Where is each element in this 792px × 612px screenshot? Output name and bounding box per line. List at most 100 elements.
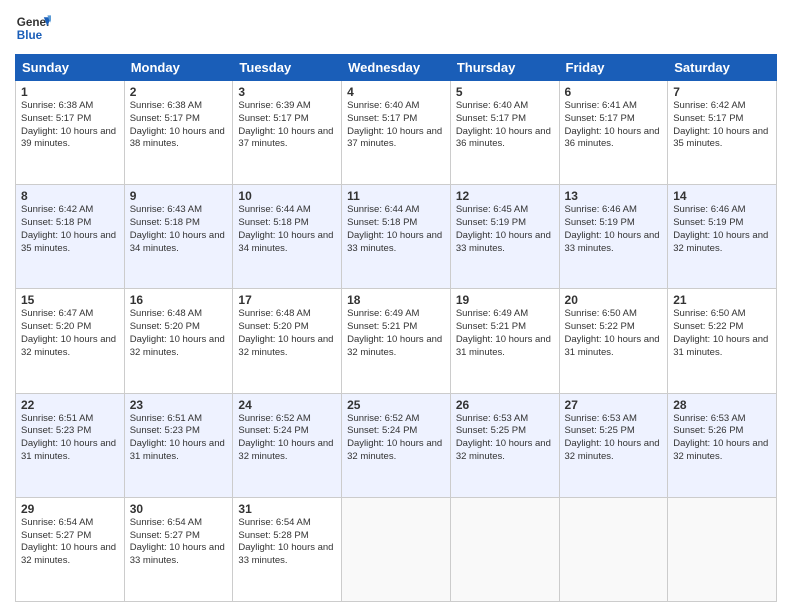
col-header-wednesday: Wednesday	[342, 55, 451, 81]
day-number: 27	[565, 398, 663, 412]
day-info: Sunrise: 6:43 AMSunset: 5:18 PMDaylight:…	[130, 204, 225, 253]
day-info: Sunrise: 6:52 AMSunset: 5:24 PMDaylight:…	[238, 413, 333, 462]
day-number: 14	[673, 189, 771, 203]
calendar-day-24: 24 Sunrise: 6:52 AMSunset: 5:24 PMDaylig…	[233, 393, 342, 497]
day-number: 23	[130, 398, 228, 412]
calendar-day-2: 2 Sunrise: 6:38 AMSunset: 5:17 PMDayligh…	[124, 81, 233, 185]
calendar-day-16: 16 Sunrise: 6:48 AMSunset: 5:20 PMDaylig…	[124, 289, 233, 393]
svg-text:Blue: Blue	[17, 29, 43, 42]
day-info: Sunrise: 6:42 AMSunset: 5:17 PMDaylight:…	[673, 100, 768, 149]
day-info: Sunrise: 6:39 AMSunset: 5:17 PMDaylight:…	[238, 100, 333, 149]
col-header-monday: Monday	[124, 55, 233, 81]
day-info: Sunrise: 6:49 AMSunset: 5:21 PMDaylight:…	[347, 308, 442, 357]
day-number: 13	[565, 189, 663, 203]
day-number: 19	[456, 293, 554, 307]
day-number: 18	[347, 293, 445, 307]
calendar-day-10: 10 Sunrise: 6:44 AMSunset: 5:18 PMDaylig…	[233, 185, 342, 289]
day-info: Sunrise: 6:38 AMSunset: 5:17 PMDaylight:…	[130, 100, 225, 149]
calendar-day-18: 18 Sunrise: 6:49 AMSunset: 5:21 PMDaylig…	[342, 289, 451, 393]
day-number: 20	[565, 293, 663, 307]
calendar-day-11: 11 Sunrise: 6:44 AMSunset: 5:18 PMDaylig…	[342, 185, 451, 289]
calendar-day-31: 31 Sunrise: 6:54 AMSunset: 5:28 PMDaylig…	[233, 497, 342, 601]
day-number: 6	[565, 85, 663, 99]
calendar-day-empty	[668, 497, 777, 601]
day-info: Sunrise: 6:52 AMSunset: 5:24 PMDaylight:…	[347, 413, 442, 462]
calendar-day-28: 28 Sunrise: 6:53 AMSunset: 5:26 PMDaylig…	[668, 393, 777, 497]
day-number: 24	[238, 398, 336, 412]
day-info: Sunrise: 6:46 AMSunset: 5:19 PMDaylight:…	[673, 204, 768, 253]
day-info: Sunrise: 6:40 AMSunset: 5:17 PMDaylight:…	[347, 100, 442, 149]
calendar-week-row: 8 Sunrise: 6:42 AMSunset: 5:18 PMDayligh…	[16, 185, 777, 289]
calendar-day-22: 22 Sunrise: 6:51 AMSunset: 5:23 PMDaylig…	[16, 393, 125, 497]
calendar-day-empty	[450, 497, 559, 601]
calendar-day-23: 23 Sunrise: 6:51 AMSunset: 5:23 PMDaylig…	[124, 393, 233, 497]
day-number: 1	[21, 85, 119, 99]
col-header-thursday: Thursday	[450, 55, 559, 81]
calendar-day-17: 17 Sunrise: 6:48 AMSunset: 5:20 PMDaylig…	[233, 289, 342, 393]
calendar-day-19: 19 Sunrise: 6:49 AMSunset: 5:21 PMDaylig…	[450, 289, 559, 393]
col-header-tuesday: Tuesday	[233, 55, 342, 81]
day-info: Sunrise: 6:53 AMSunset: 5:25 PMDaylight:…	[456, 413, 551, 462]
calendar-table: SundayMondayTuesdayWednesdayThursdayFrid…	[15, 54, 777, 602]
calendar-day-25: 25 Sunrise: 6:52 AMSunset: 5:24 PMDaylig…	[342, 393, 451, 497]
calendar-week-row: 22 Sunrise: 6:51 AMSunset: 5:23 PMDaylig…	[16, 393, 777, 497]
day-info: Sunrise: 6:41 AMSunset: 5:17 PMDaylight:…	[565, 100, 660, 149]
day-info: Sunrise: 6:50 AMSunset: 5:22 PMDaylight:…	[565, 308, 660, 357]
calendar-day-8: 8 Sunrise: 6:42 AMSunset: 5:18 PMDayligh…	[16, 185, 125, 289]
calendar-day-4: 4 Sunrise: 6:40 AMSunset: 5:17 PMDayligh…	[342, 81, 451, 185]
col-header-sunday: Sunday	[16, 55, 125, 81]
day-number: 17	[238, 293, 336, 307]
col-header-friday: Friday	[559, 55, 668, 81]
calendar-day-30: 30 Sunrise: 6:54 AMSunset: 5:27 PMDaylig…	[124, 497, 233, 601]
day-number: 11	[347, 189, 445, 203]
calendar-day-1: 1 Sunrise: 6:38 AMSunset: 5:17 PMDayligh…	[16, 81, 125, 185]
day-number: 22	[21, 398, 119, 412]
day-number: 10	[238, 189, 336, 203]
calendar-day-6: 6 Sunrise: 6:41 AMSunset: 5:17 PMDayligh…	[559, 81, 668, 185]
day-number: 4	[347, 85, 445, 99]
calendar-day-21: 21 Sunrise: 6:50 AMSunset: 5:22 PMDaylig…	[668, 289, 777, 393]
day-number: 12	[456, 189, 554, 203]
page: General Blue SundayMondayTuesdayWednesda…	[0, 0, 792, 612]
day-info: Sunrise: 6:45 AMSunset: 5:19 PMDaylight:…	[456, 204, 551, 253]
calendar-day-29: 29 Sunrise: 6:54 AMSunset: 5:27 PMDaylig…	[16, 497, 125, 601]
day-info: Sunrise: 6:44 AMSunset: 5:18 PMDaylight:…	[238, 204, 333, 253]
header: General Blue	[15, 10, 777, 46]
day-info: Sunrise: 6:51 AMSunset: 5:23 PMDaylight:…	[130, 413, 225, 462]
calendar-day-26: 26 Sunrise: 6:53 AMSunset: 5:25 PMDaylig…	[450, 393, 559, 497]
col-header-saturday: Saturday	[668, 55, 777, 81]
day-number: 8	[21, 189, 119, 203]
calendar-day-15: 15 Sunrise: 6:47 AMSunset: 5:20 PMDaylig…	[16, 289, 125, 393]
calendar-week-row: 15 Sunrise: 6:47 AMSunset: 5:20 PMDaylig…	[16, 289, 777, 393]
day-number: 28	[673, 398, 771, 412]
day-info: Sunrise: 6:54 AMSunset: 5:28 PMDaylight:…	[238, 517, 333, 566]
day-info: Sunrise: 6:40 AMSunset: 5:17 PMDaylight:…	[456, 100, 551, 149]
day-info: Sunrise: 6:46 AMSunset: 5:19 PMDaylight:…	[565, 204, 660, 253]
day-number: 31	[238, 502, 336, 516]
day-info: Sunrise: 6:50 AMSunset: 5:22 PMDaylight:…	[673, 308, 768, 357]
day-info: Sunrise: 6:44 AMSunset: 5:18 PMDaylight:…	[347, 204, 442, 253]
calendar-day-13: 13 Sunrise: 6:46 AMSunset: 5:19 PMDaylig…	[559, 185, 668, 289]
day-info: Sunrise: 6:42 AMSunset: 5:18 PMDaylight:…	[21, 204, 116, 253]
day-number: 5	[456, 85, 554, 99]
day-number: 16	[130, 293, 228, 307]
calendar-day-5: 5 Sunrise: 6:40 AMSunset: 5:17 PMDayligh…	[450, 81, 559, 185]
day-number: 15	[21, 293, 119, 307]
calendar-day-27: 27 Sunrise: 6:53 AMSunset: 5:25 PMDaylig…	[559, 393, 668, 497]
day-number: 30	[130, 502, 228, 516]
calendar-day-empty	[559, 497, 668, 601]
day-number: 26	[456, 398, 554, 412]
day-number: 25	[347, 398, 445, 412]
day-number: 29	[21, 502, 119, 516]
day-info: Sunrise: 6:53 AMSunset: 5:26 PMDaylight:…	[673, 413, 768, 462]
day-info: Sunrise: 6:38 AMSunset: 5:17 PMDaylight:…	[21, 100, 116, 149]
day-info: Sunrise: 6:53 AMSunset: 5:25 PMDaylight:…	[565, 413, 660, 462]
day-info: Sunrise: 6:54 AMSunset: 5:27 PMDaylight:…	[21, 517, 116, 566]
calendar-day-9: 9 Sunrise: 6:43 AMSunset: 5:18 PMDayligh…	[124, 185, 233, 289]
day-number: 21	[673, 293, 771, 307]
calendar-day-14: 14 Sunrise: 6:46 AMSunset: 5:19 PMDaylig…	[668, 185, 777, 289]
day-info: Sunrise: 6:51 AMSunset: 5:23 PMDaylight:…	[21, 413, 116, 462]
logo: General Blue	[15, 10, 57, 46]
day-info: Sunrise: 6:48 AMSunset: 5:20 PMDaylight:…	[238, 308, 333, 357]
calendar-day-3: 3 Sunrise: 6:39 AMSunset: 5:17 PMDayligh…	[233, 81, 342, 185]
